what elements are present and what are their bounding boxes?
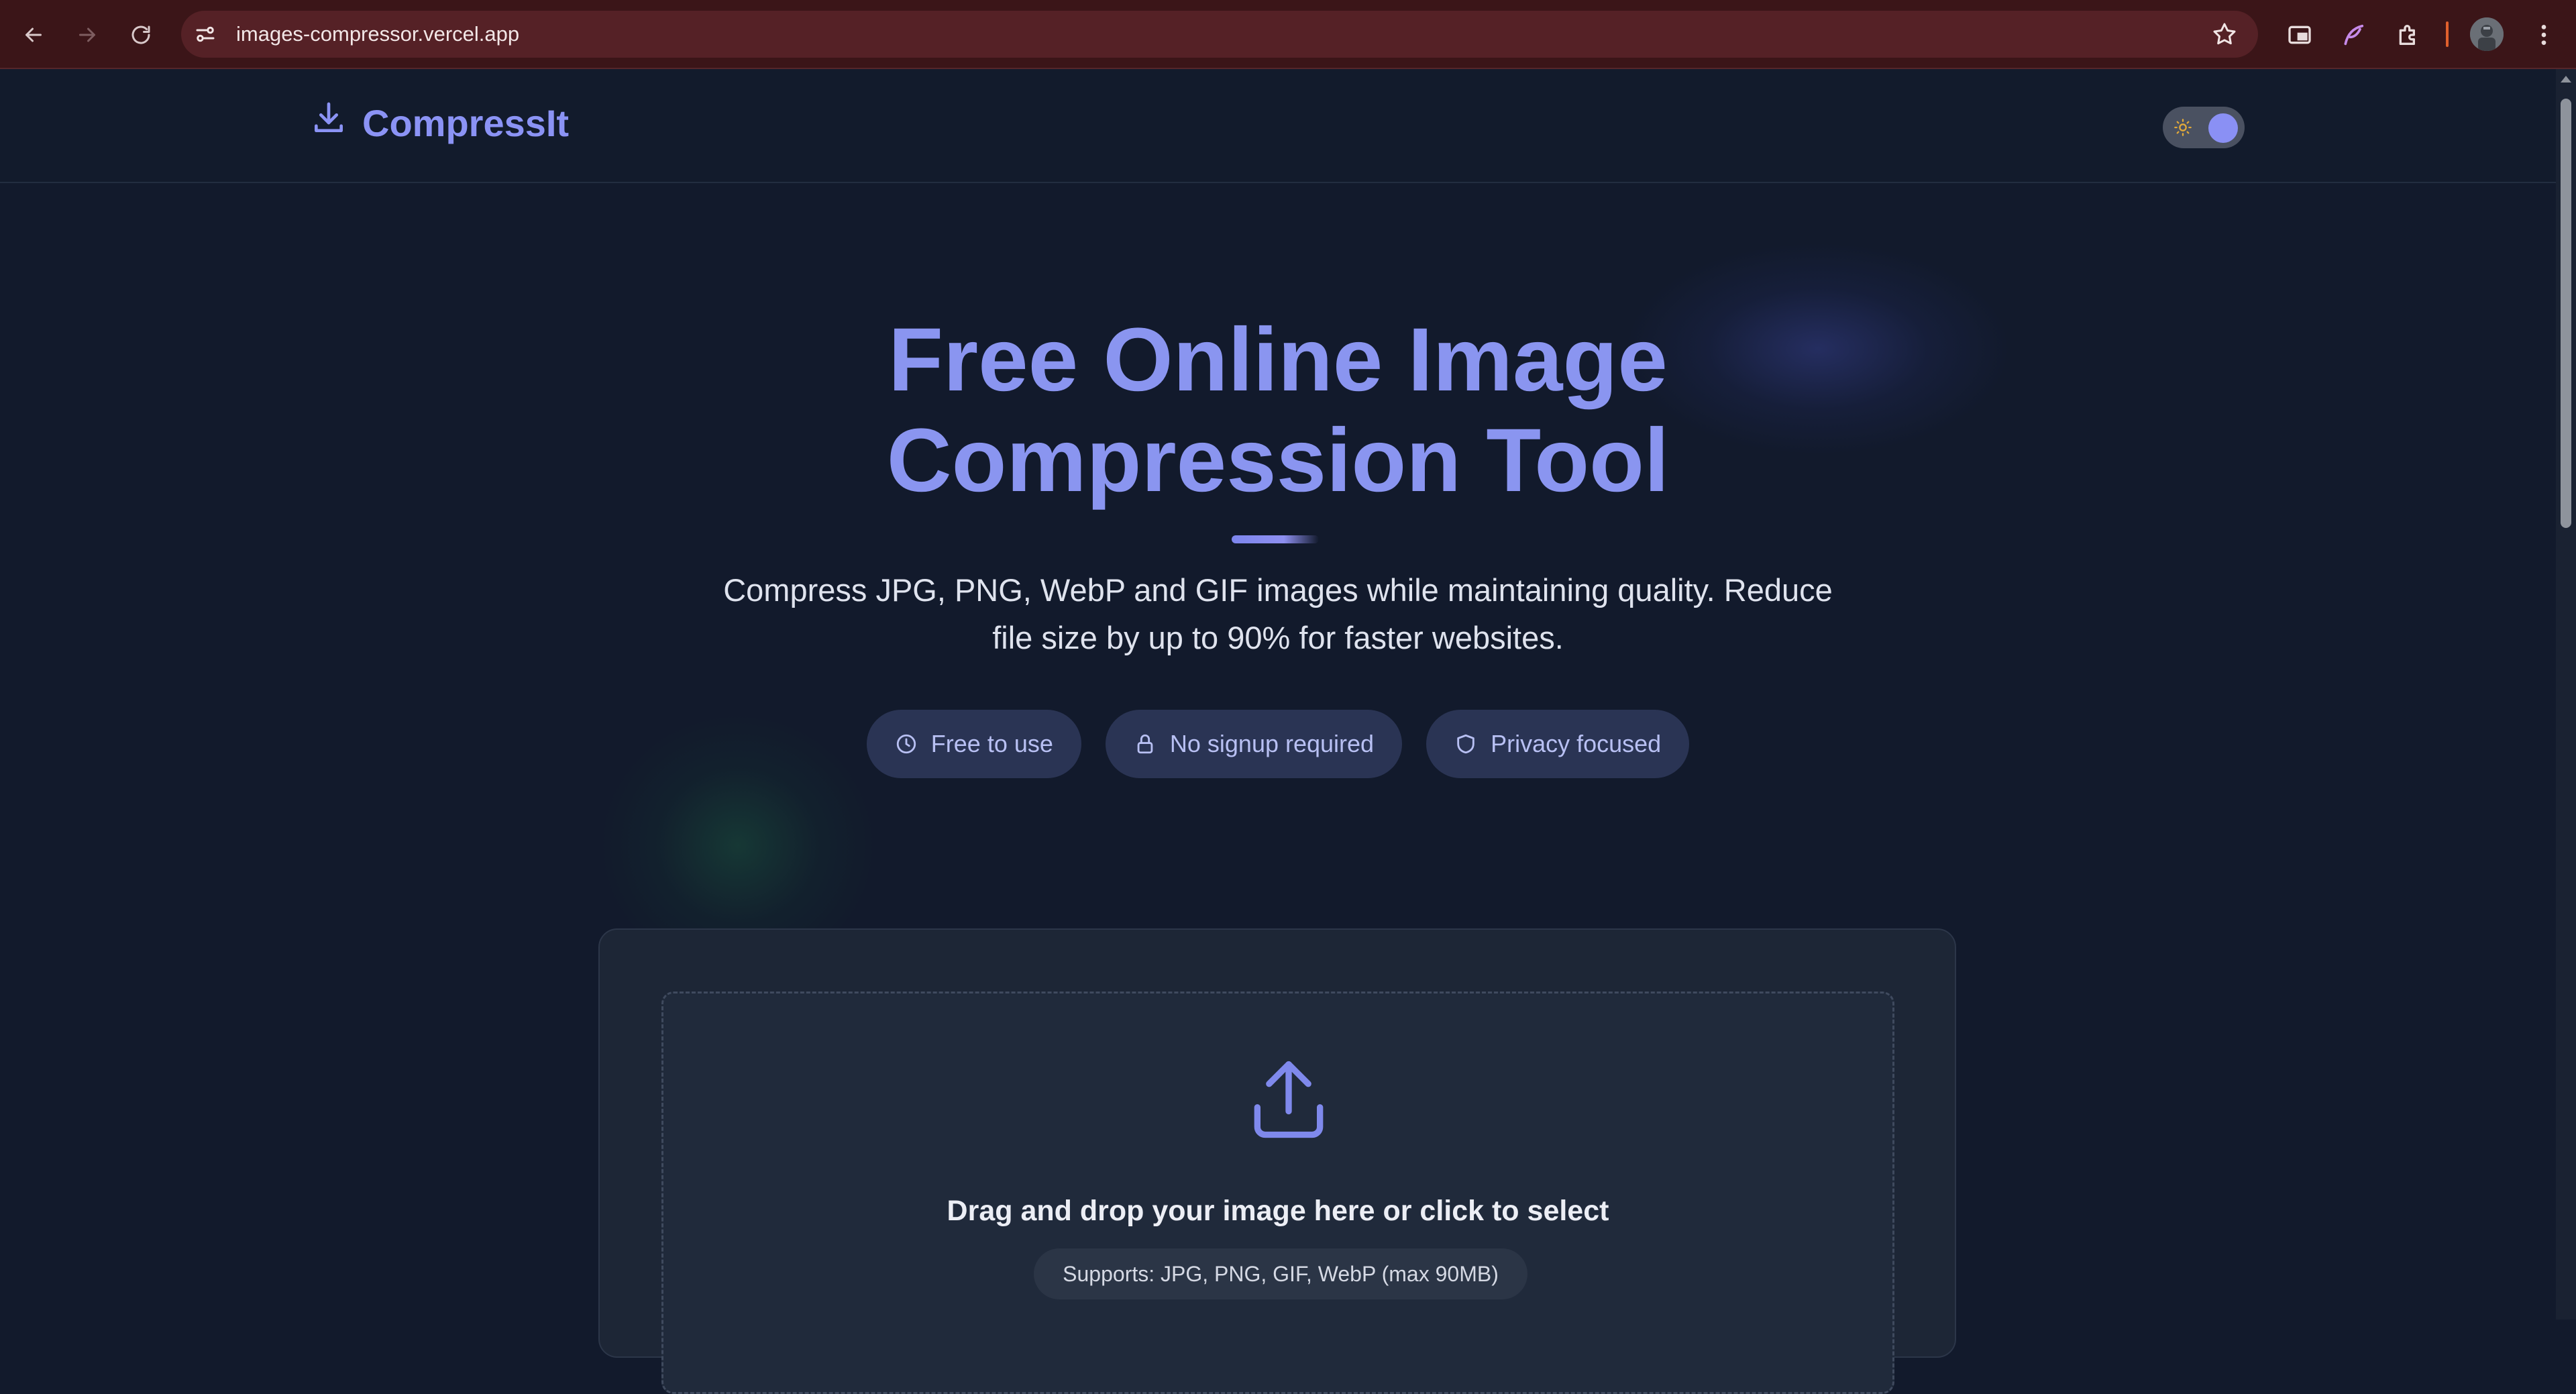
scrollbar-thumb[interactable] xyxy=(2561,99,2571,528)
profile-avatar[interactable] xyxy=(2470,17,2504,51)
badge-label: Privacy focused xyxy=(1491,730,1662,757)
feature-badges: Free to use No signup required Privacy f… xyxy=(0,710,2556,778)
page-title: Free Online Image Compression Tool xyxy=(0,310,2556,511)
hero-subtitle: Compress JPG, PNG, WebP and GIF images w… xyxy=(698,566,1858,661)
page-scrollbar[interactable] xyxy=(2556,69,2576,1320)
logo-text: CompressIt xyxy=(362,102,570,144)
avatar-image-icon xyxy=(2470,17,2504,51)
toggle-knob xyxy=(2208,113,2238,143)
toolbar-divider xyxy=(2446,21,2449,47)
site-header: CompressIt xyxy=(0,69,2556,183)
browser-menu-button[interactable] xyxy=(2528,19,2560,51)
upload-icon xyxy=(1254,1061,1324,1138)
subtitle-line-1: Compress JPG, PNG, WebP and GIF images w… xyxy=(723,572,1833,608)
reload-button[interactable] xyxy=(123,17,158,52)
browser-toolbar: images-compressor.vercel.app xyxy=(0,0,2576,69)
puzzle-icon xyxy=(2399,25,2415,46)
forward-button[interactable] xyxy=(70,17,105,52)
address-bar[interactable]: images-compressor.vercel.app xyxy=(181,11,2258,58)
badge-label: No signup required xyxy=(1169,730,1375,757)
title-line-1: Free Online Image xyxy=(888,310,1668,410)
back-button[interactable] xyxy=(16,17,51,52)
supported-formats-badge: Supports: JPG, PNG, GIF, WebP (max 90MB) xyxy=(1034,1248,1527,1299)
scroll-up-arrow-icon[interactable] xyxy=(2561,76,2571,83)
arrow-right-icon xyxy=(79,28,95,42)
badge-privacy: Privacy focused xyxy=(1426,710,1690,778)
extensions-button[interactable] xyxy=(2392,19,2424,51)
dropzone-prompt: Drag and drop your image here or click t… xyxy=(947,1195,1609,1227)
url-text: images-compressor.vercel.app xyxy=(236,22,520,46)
dropzone[interactable]: Drag and drop your image here or click t… xyxy=(661,991,1894,1394)
site-info-icon[interactable] xyxy=(193,22,217,46)
badge-label: Free to use xyxy=(930,730,1053,757)
extension-feather-button[interactable] xyxy=(2337,19,2369,51)
more-vertical-icon xyxy=(2541,25,2546,45)
tab-search-button[interactable] xyxy=(2284,19,2316,51)
arrow-left-icon xyxy=(25,28,42,42)
title-line-2: Compression Tool xyxy=(886,411,1670,511)
shield-icon xyxy=(1457,734,1474,754)
reload-icon xyxy=(131,25,150,44)
feather-icon xyxy=(2344,24,2364,46)
lock-icon xyxy=(1137,734,1153,754)
subtitle-line-2: file size by up to 90% for faster websit… xyxy=(992,620,1564,655)
logo-link[interactable]: CompressIt xyxy=(310,101,569,145)
theme-toggle[interactable] xyxy=(2163,107,2245,148)
title-underline xyxy=(1232,535,1319,543)
window-icon xyxy=(2288,25,2311,44)
upload-card: Drag and drop your image here or click t… xyxy=(598,928,1956,1394)
download-icon xyxy=(315,102,343,132)
badge-free: Free to use xyxy=(866,710,1081,778)
sun-icon xyxy=(2174,119,2192,136)
badge-no-signup: No signup required xyxy=(1105,710,1403,778)
bookmark-star-icon[interactable] xyxy=(2211,21,2238,48)
clock-icon xyxy=(896,734,916,754)
